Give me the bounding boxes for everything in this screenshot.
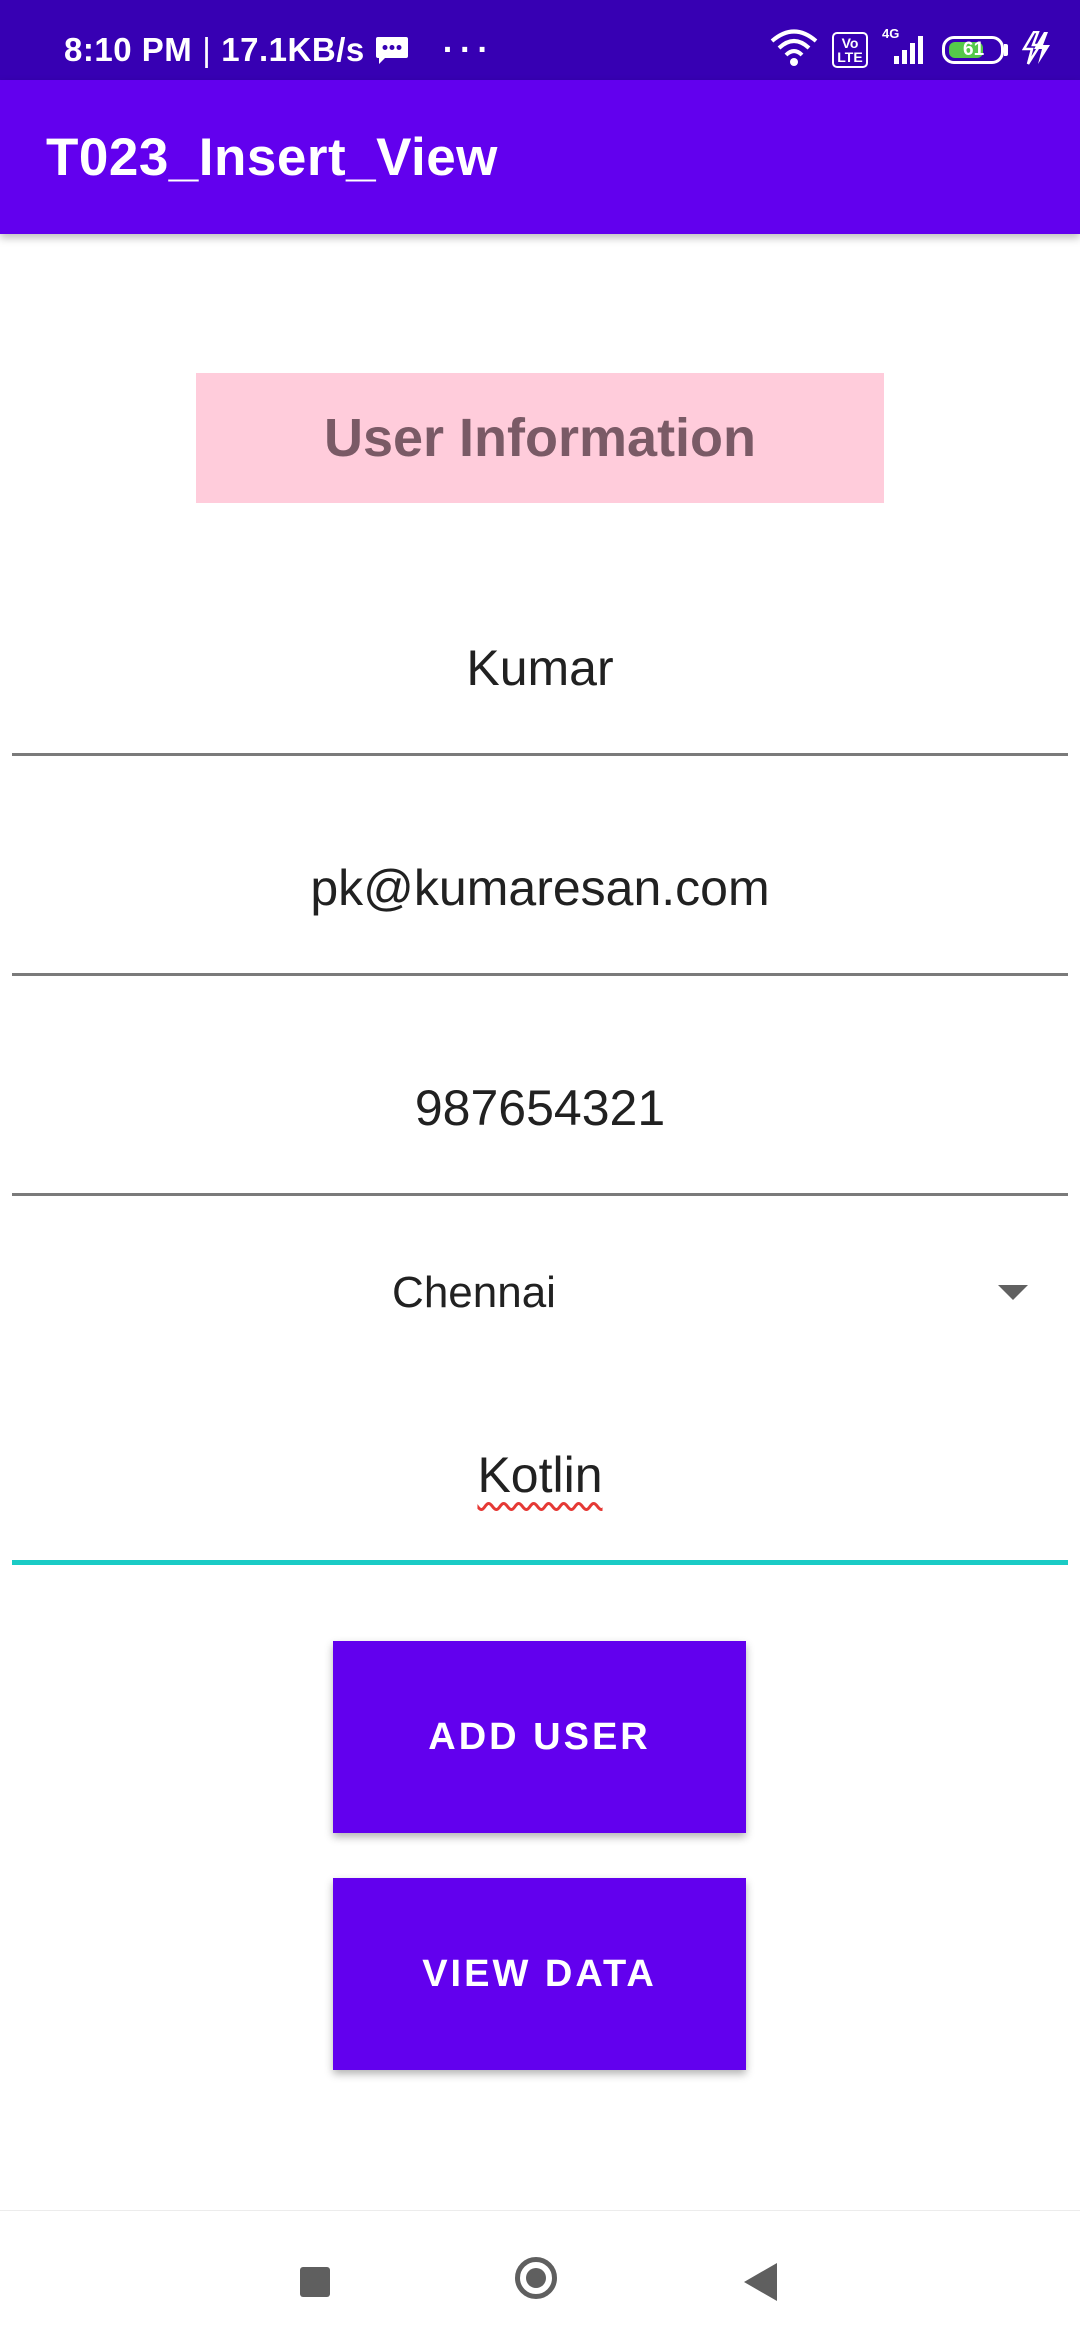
email-field-value: pk@kumaresan.com	[310, 860, 770, 916]
battery-icon: 61	[942, 36, 1004, 64]
more-notifications-icon: ···	[442, 30, 495, 69]
status-right: Vo LTE 4G 61	[770, 22, 1050, 78]
name-field[interactable]: Kumar	[12, 623, 1068, 713]
course-field-value: Kotlin	[477, 1447, 603, 1503]
charging-icon	[1021, 30, 1050, 70]
user-information-label: User Information	[323, 408, 757, 468]
volte-icon: Vo LTE	[832, 32, 868, 68]
battery-level: 61	[963, 39, 985, 60]
app-title: T023_Insert_View	[46, 127, 498, 187]
city-spinner-selected: Chennai	[392, 1268, 556, 1317]
navigation-bar	[0, 2210, 1080, 2341]
email-field-underline	[12, 973, 1068, 976]
signal-icon: 4G	[882, 26, 928, 70]
email-field[interactable]: pk@kumaresan.com	[12, 843, 1068, 933]
status-bar: 8:10 PM | 17.1KB/s ··· Vo LTE 4G 61	[0, 0, 1080, 80]
dropdown-arrow-icon	[998, 1285, 1028, 1300]
course-field[interactable]: Kotlin	[12, 1430, 1068, 1520]
battery-cap	[1004, 44, 1008, 56]
user-information-header: User Information	[196, 373, 884, 503]
course-field-underline	[12, 1560, 1068, 1565]
recents-icon[interactable]	[300, 2267, 330, 2297]
status-separator: |	[202, 31, 212, 68]
app-bar: T023_Insert_View	[0, 80, 1080, 234]
battery-indicator: 61	[942, 36, 1008, 64]
view-data-button[interactable]: VIEW DATA	[333, 1878, 746, 2070]
phone-field-underline	[12, 1193, 1068, 1196]
city-spinner[interactable]: Chennai	[12, 1248, 1068, 1338]
message-icon	[375, 35, 409, 65]
add-user-button[interactable]: ADD USER	[333, 1641, 746, 1833]
phone-field-value: 987654321	[414, 1080, 666, 1136]
wifi-icon	[770, 28, 818, 73]
back-icon[interactable]	[744, 2263, 777, 2301]
status-network-speed: 17.1KB/s	[221, 31, 365, 68]
phone-field[interactable]: 987654321	[12, 1063, 1068, 1153]
name-field-value: Kumar	[466, 640, 614, 696]
name-field-underline	[12, 753, 1068, 756]
home-icon[interactable]	[515, 2257, 557, 2299]
status-time: 8:10 PM	[64, 31, 193, 68]
